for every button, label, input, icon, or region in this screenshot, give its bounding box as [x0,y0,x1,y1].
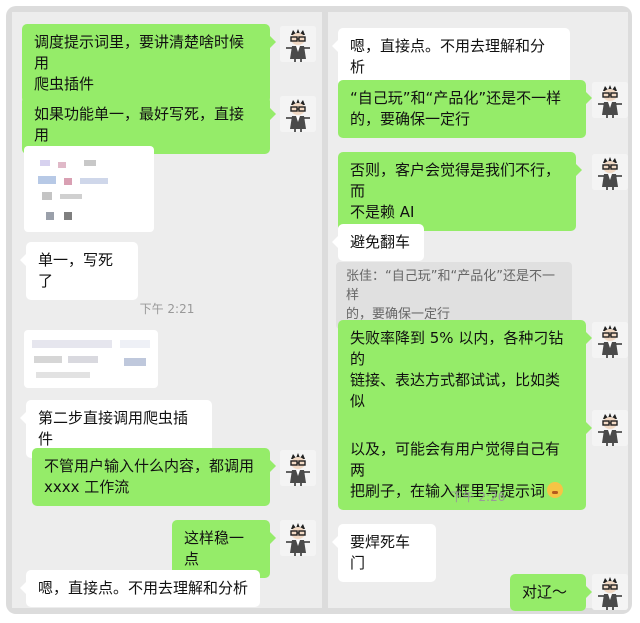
chat-message[interactable]: 要焊死车门 [332,524,436,582]
chat-message[interactable]: 对辽～ [510,574,592,611]
right-chat-pane[interactable]: 嗯，直接点。不用去理解和分析 “自己玩”和“产品化”还是不一样 的，要确保一定行… [328,12,628,611]
user-avatar[interactable] [280,450,316,486]
blurred-image-thumbnail[interactable] [24,330,158,388]
timestamp: 下午 2:21 [139,302,195,316]
user-avatar[interactable] [592,322,628,358]
user-avatar[interactable] [280,26,316,62]
user-avatar[interactable] [280,520,316,556]
user-avatar[interactable] [592,154,628,190]
chat-message[interactable]: 避免翻车 [332,224,424,261]
chat-message[interactable]: 嗯，直接点。不用去理解和分析 [20,570,260,607]
user-avatar[interactable] [592,410,628,446]
quoted-message[interactable]: 张佳：“自己玩”和“产品化”还是不一样 的，要确保一定行 [336,262,572,329]
user-avatar[interactable] [280,96,316,132]
timestamp: 下午 2:26 [450,490,506,504]
chat-message[interactable]: 嗯，直接点。不用去理解和分析 [332,28,570,86]
chat-message[interactable]: 不管用户输入什么内容，都调用 xxxx 工作流 [32,448,276,506]
chat-message[interactable]: 单一，写死了 [20,242,138,300]
user-avatar[interactable] [592,574,628,610]
blurred-image-thumbnail[interactable] [24,146,154,232]
chat-message[interactable]: 否则，客户会觉得是我们不行，而 不是赖 AI [338,152,582,231]
chat-message[interactable]: “自己玩”和“产品化”还是不一样 的，要确保一定行 [338,80,592,138]
screenshot-frame: 调度提示词里，要讲清楚啥时候用 爬虫插件 如果功能单一，最好写死，直接用 单一，… [6,6,632,614]
left-chat-pane[interactable]: 调度提示词里，要讲清楚啥时候用 爬虫插件 如果功能单一，最好写死，直接用 单一，… [12,12,322,608]
user-avatar[interactable] [592,82,628,118]
chat-message[interactable]: 调度提示词里，要讲清楚啥时候用 爬虫插件 [22,24,276,103]
